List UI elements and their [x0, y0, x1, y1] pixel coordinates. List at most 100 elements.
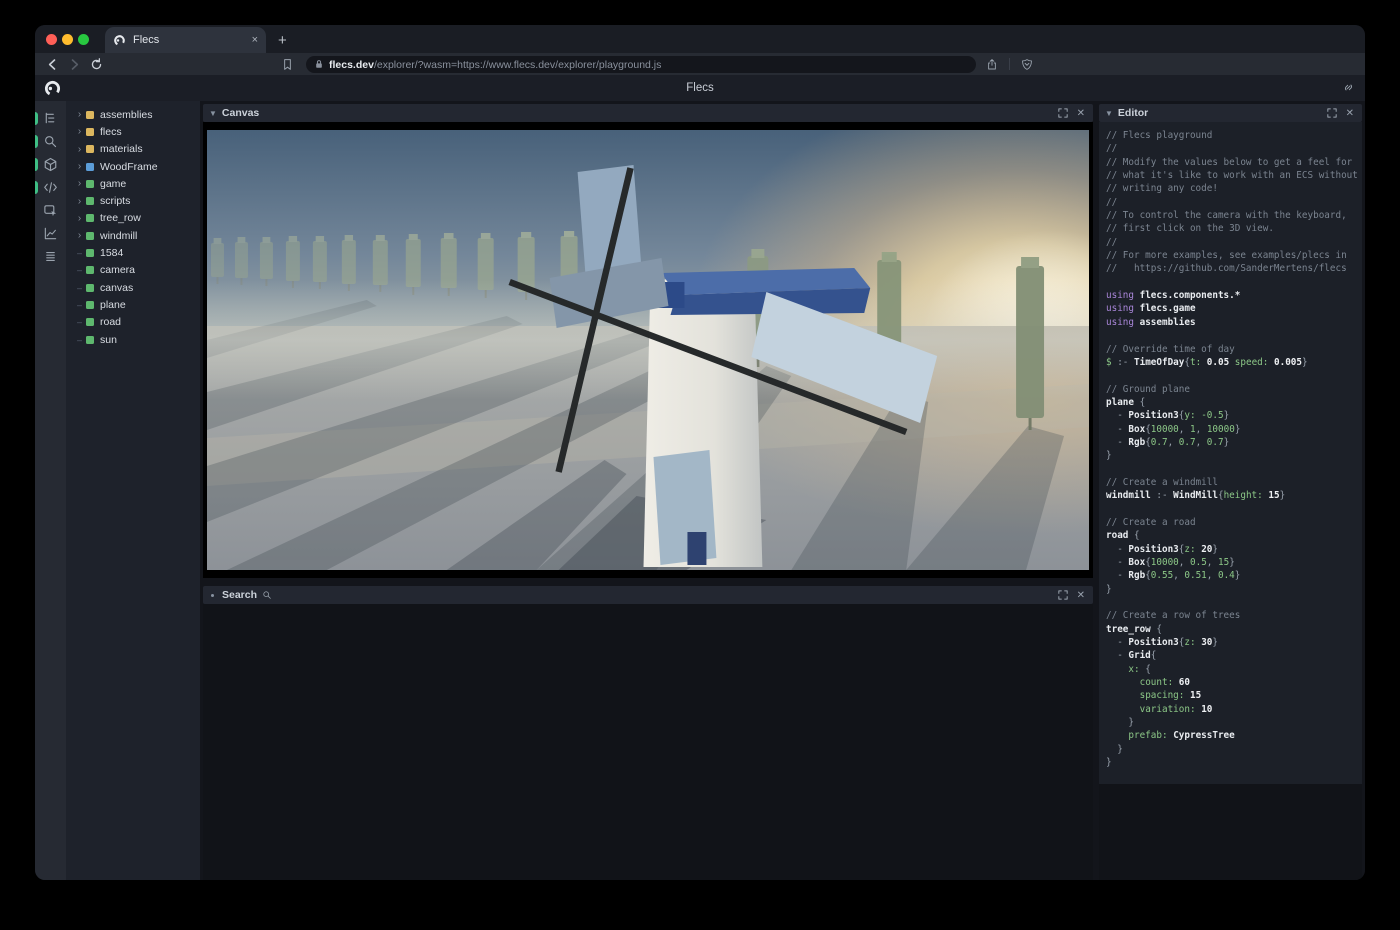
code-line: - Position3{z: 30} — [1106, 636, 1362, 649]
search-close-icon[interactable]: ✕ — [1077, 590, 1085, 601]
code-line: // To control the camera with the keyboa… — [1106, 209, 1362, 222]
browser-window: Flecs × + flecs.dev/explorer/?wasm=h — [35, 25, 1365, 880]
new-tab-button[interactable]: + — [278, 33, 287, 48]
chevron-right-icon[interactable]: › — [75, 109, 84, 120]
chevron-right-icon[interactable]: › — [75, 126, 84, 137]
maximize-window-button[interactable] — [78, 34, 89, 45]
code-line: tree_row { — [1106, 623, 1362, 636]
editor-expand-icon[interactable] — [1327, 108, 1337, 118]
tree-item-label: game — [100, 178, 126, 190]
tab-close-icon[interactable]: × — [252, 34, 258, 46]
browser-toolbar: flecs.dev/explorer/?wasm=https://www.fle… — [35, 53, 1365, 75]
editor-code[interactable]: // Flecs playground//// Modify the value… — [1099, 122, 1362, 770]
rail-inspector-icon[interactable] — [35, 199, 66, 222]
leaf-dash-icon: – — [75, 283, 84, 293]
tree-item-materials[interactable]: ›materials — [66, 141, 200, 158]
tree-item-assemblies[interactable]: › assemblies — [66, 106, 200, 123]
entity-color-square — [86, 266, 94, 274]
main-column: ▼ Canvas ✕ — [200, 101, 1097, 880]
bookmarks-icon[interactable] — [281, 58, 294, 71]
rail-entities-tree-icon[interactable] — [35, 107, 66, 130]
code-line: prefab: CypressTree — [1106, 729, 1362, 742]
tree-item-1584[interactable]: –1584 — [66, 244, 200, 261]
editor-filler — [1099, 784, 1362, 880]
code-line: - Rgb{0.55, 0.51, 0.4} — [1106, 569, 1362, 582]
code-line: } — [1106, 756, 1362, 769]
tree-item-label: windmill — [100, 230, 137, 242]
tree-item-label: plane — [100, 299, 126, 311]
code-line: // what it's like to work with an ECS wi… — [1106, 169, 1362, 182]
minimize-window-button[interactable] — [62, 34, 73, 45]
browser-tab[interactable]: Flecs × — [105, 27, 266, 53]
back-button[interactable] — [46, 58, 59, 71]
url-path: /explorer/?wasm=https://www.flecs.dev/ex… — [374, 59, 661, 71]
rail-stats-icon[interactable] — [35, 222, 66, 245]
entity-color-square — [86, 232, 94, 240]
tree-item-flecs[interactable]: ›flecs — [66, 123, 200, 140]
code-line — [1106, 596, 1362, 609]
canvas-expand-icon[interactable] — [1058, 108, 1068, 118]
windmill-sail-bottom — [653, 450, 716, 565]
tree-item-WoodFrame[interactable]: ›WoodFrame — [66, 158, 200, 175]
code-line: - Rgb{0.7, 0.7, 0.7} — [1106, 436, 1362, 449]
search-panel-header: Search ✕ — [203, 586, 1093, 604]
brave-shield-icon[interactable] — [1021, 58, 1033, 71]
entity-color-square — [86, 301, 94, 309]
search-icon — [262, 590, 272, 600]
tree-item-label: assemblies — [100, 109, 153, 121]
collapsed-dot-icon[interactable] — [211, 594, 214, 597]
leaf-dash-icon: – — [75, 335, 84, 345]
leaf-dash-icon: – — [75, 265, 84, 275]
tree-item-road[interactable]: –road — [66, 314, 200, 331]
search-expand-icon[interactable] — [1058, 590, 1068, 600]
code-line: // — [1106, 236, 1362, 249]
chevron-down-icon[interactable]: ▼ — [1105, 109, 1113, 118]
rail-commands-icon[interactable] — [35, 245, 66, 268]
permalink-icon[interactable] — [1342, 81, 1355, 94]
tree-item-label: scripts — [100, 195, 130, 207]
entity-tree: ›assemblies›flecs›materials›WoodFrame›ga… — [66, 101, 200, 880]
code-line: // For more examples, see examples/plecs… — [1106, 249, 1362, 262]
code-line: } — [1106, 743, 1362, 756]
editor-body[interactable]: // Flecs playground//// Modify the value… — [1099, 122, 1362, 784]
chevron-down-icon[interactable]: ▼ — [209, 109, 217, 118]
tree-item-scripts[interactable]: › scripts — [66, 192, 200, 209]
url-bar[interactable]: flecs.dev/explorer/?wasm=https://www.fle… — [306, 56, 976, 73]
chevron-right-icon[interactable]: › — [75, 196, 84, 207]
chevron-right-icon[interactable]: › — [75, 144, 84, 155]
tree-item-plane[interactable]: – plane — [66, 296, 200, 313]
tree-item-canvas[interactable]: –canvas — [66, 279, 200, 296]
tree-item-sun[interactable]: –sun — [66, 331, 200, 348]
forward-button[interactable] — [68, 58, 81, 71]
editor-panel-header: ▼ Editor ✕ — [1099, 104, 1362, 122]
chevron-right-icon[interactable]: › — [75, 161, 84, 172]
active-indicator — [35, 112, 38, 125]
entity-color-square — [86, 128, 94, 136]
leaf-dash-icon: – — [75, 248, 84, 258]
editor-close-icon[interactable]: ✕ — [1346, 108, 1354, 119]
share-icon[interactable] — [986, 58, 998, 71]
entity-color-square — [86, 284, 94, 292]
rail-code-icon[interactable] — [35, 176, 66, 199]
leaf-dash-icon: – — [75, 300, 84, 310]
canvas-close-icon[interactable]: ✕ — [1077, 108, 1085, 119]
active-indicator — [35, 158, 38, 171]
code-line: // Create a road — [1106, 516, 1362, 529]
close-window-button[interactable] — [46, 34, 57, 45]
tree-item-camera[interactable]: –camera — [66, 262, 200, 279]
toolbar-divider — [1009, 58, 1010, 70]
code-line: // Create a row of trees — [1106, 609, 1362, 622]
tree-item-tree_row[interactable]: ›tree_row — [66, 210, 200, 227]
code-line: x: { — [1106, 663, 1362, 676]
code-line — [1106, 503, 1362, 516]
chevron-right-icon[interactable]: › — [75, 213, 84, 224]
tree-item-windmill[interactable]: › windmill — [66, 227, 200, 244]
chevron-right-icon[interactable]: › — [75, 230, 84, 241]
rail-search-icon[interactable] — [35, 130, 66, 153]
chevron-right-icon[interactable]: › — [75, 178, 84, 189]
reload-button[interactable] — [90, 58, 103, 71]
tree-item-game[interactable]: › game — [66, 175, 200, 192]
rail-3d-cube-icon[interactable] — [35, 153, 66, 176]
canvas-3d-scene[interactable] — [207, 130, 1089, 570]
code-line: windmill :- WindMill{height: 15} — [1106, 489, 1362, 502]
